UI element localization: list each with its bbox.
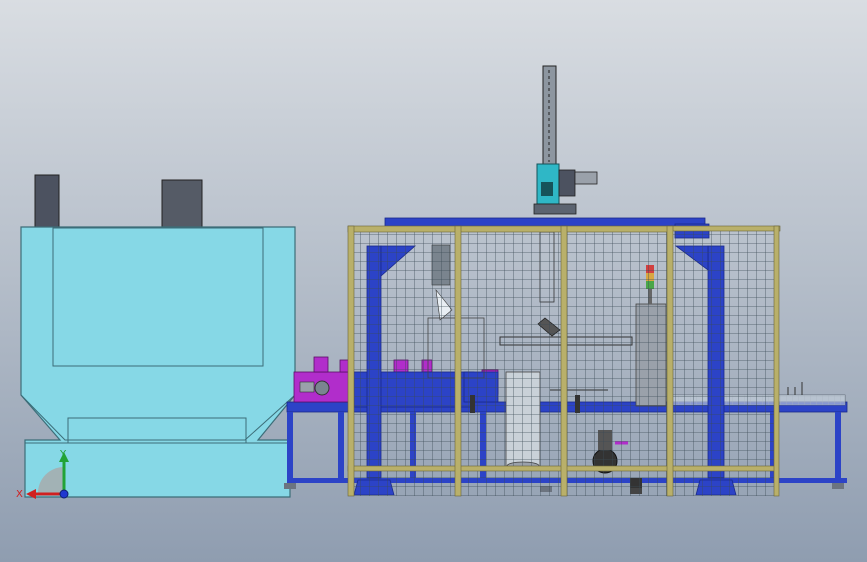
exhaust-chimney-right: [161, 179, 203, 228]
base-leg-2: [338, 412, 344, 482]
axis-y-label: Y: [59, 449, 67, 460]
fence-post: [347, 225, 355, 497]
cad-viewport[interactable]: Y X: [0, 0, 867, 562]
base-leg-6: [835, 412, 841, 482]
base-leg-1: [287, 412, 293, 482]
fence-post: [666, 225, 674, 497]
fence-post: [454, 225, 462, 497]
foot: [832, 483, 844, 489]
fence-post: [773, 225, 780, 497]
axis-x-label: X: [16, 489, 23, 500]
foot: [284, 483, 296, 489]
safety-fence[interactable]: [347, 225, 781, 497]
machine-assembly-drawing[interactable]: Y X: [0, 0, 867, 562]
exhaust-chimney-left: [34, 174, 60, 228]
motor-flange: [314, 380, 330, 396]
fence-post: [560, 225, 568, 497]
